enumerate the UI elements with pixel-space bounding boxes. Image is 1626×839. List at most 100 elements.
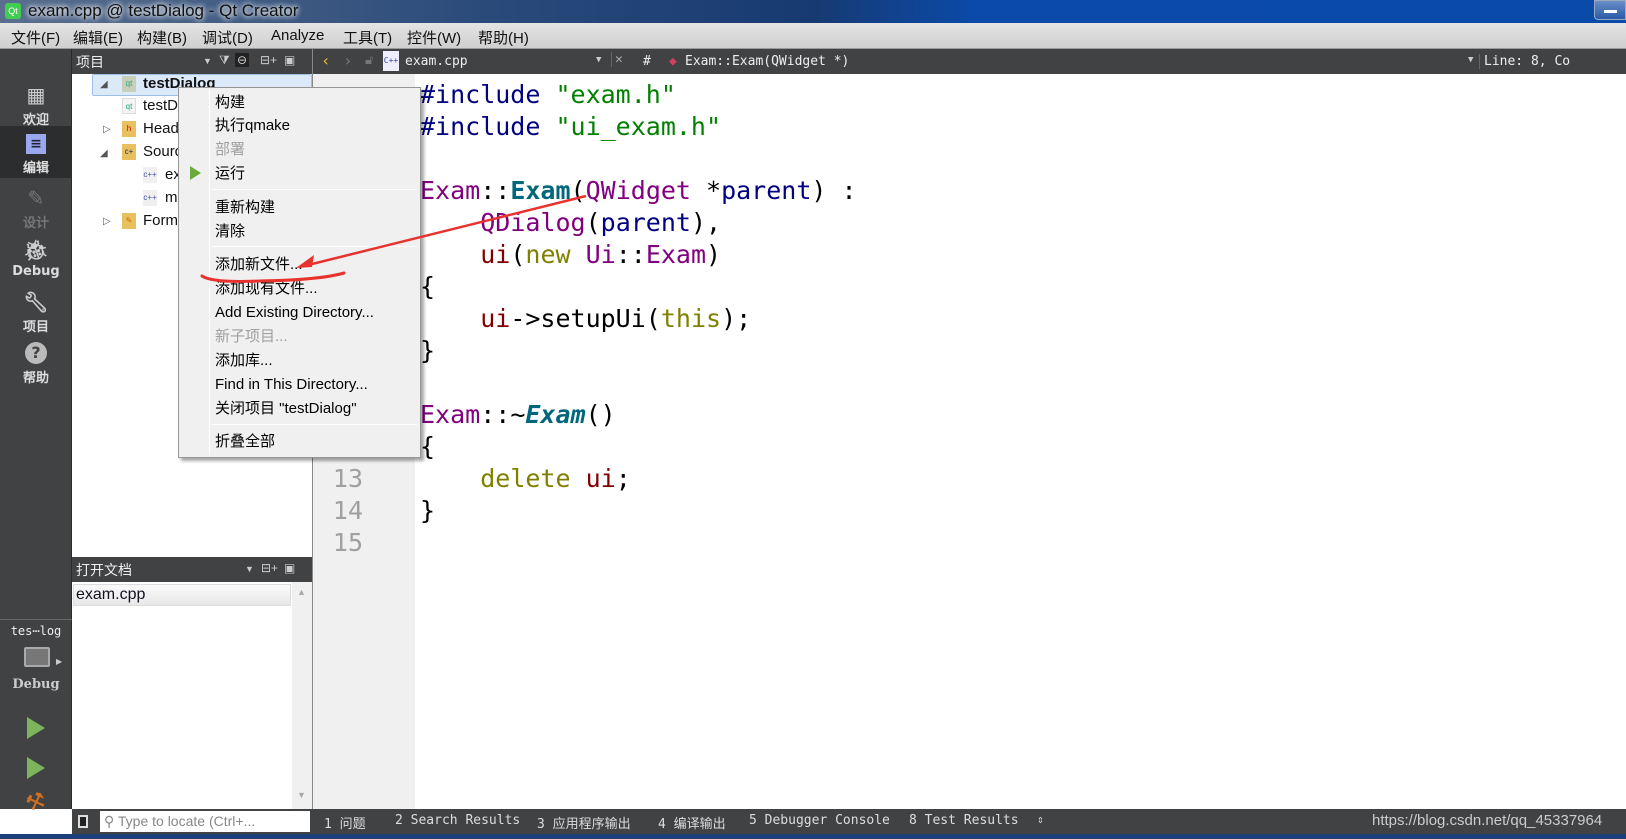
mode-help[interactable]: ? 帮助 bbox=[0, 334, 72, 386]
locate-input[interactable]: ⚲ Type to locate (Ctrl+... bbox=[100, 811, 310, 832]
cursor-position[interactable]: Line: 8, Co bbox=[1479, 54, 1570, 69]
cpp-file-icon: c++ bbox=[143, 167, 157, 183]
monitor-icon[interactable] bbox=[24, 647, 50, 667]
context-menu: 构建 执行qmake 部署 运行 重新构建 清除 添加新文件... 添加现有文件… bbox=[178, 87, 421, 458]
close-file-icon[interactable]: ✕ bbox=[611, 52, 623, 67]
menu-item-build[interactable]: 构建 bbox=[215, 92, 245, 114]
mode-welcome[interactable]: ▦ 欢迎 bbox=[0, 76, 72, 128]
forward-icon[interactable]: › bbox=[343, 51, 353, 70]
menu-item-run-qmake[interactable]: 执行qmake bbox=[215, 115, 290, 137]
code-line: } bbox=[420, 496, 436, 525]
menu-item-add-existing-directory[interactable]: Add Existing Directory... bbox=[215, 302, 374, 324]
menu-item-add-existing-files[interactable]: 添加现有文件... bbox=[215, 278, 318, 300]
project-pane-header: 项目 ▼ ⧩ ⊖ ⊟+ ▣ bbox=[72, 49, 312, 74]
file-dropdown-icon[interactable]: ▼ bbox=[596, 55, 601, 65]
expand-arrow-icon[interactable]: ▶ bbox=[56, 657, 62, 666]
collapsed-arrow-icon[interactable]: ▷ bbox=[103, 124, 111, 135]
menu-build[interactable]: 构建(B) bbox=[137, 27, 187, 48]
code-line: ui->setupUi(this); bbox=[480, 304, 752, 333]
pane-compile-output[interactable]: 4 编译输出 bbox=[658, 813, 726, 832]
mode-sidebar: ▦ 欢迎 ≡ 编辑 ✎ 设计 🐞︎ Debug 🔧︎ 项目 ? 帮助 tes⋯log ▶ D… bbox=[0, 49, 72, 817]
help-icon: ? bbox=[25, 342, 47, 364]
menu-item-add-new-file[interactable]: 添加新文件... bbox=[215, 254, 303, 276]
split-icon[interactable]: ⊟+ bbox=[260, 53, 277, 67]
close-pane-icon[interactable]: ▣ bbox=[284, 561, 295, 575]
mode-debug[interactable]: 🐞︎ Debug bbox=[0, 231, 72, 283]
method-icon: ◆ bbox=[669, 54, 677, 69]
menu-item-find-in-directory[interactable]: Find in This Directory... bbox=[215, 374, 368, 396]
collapsed-arrow-icon[interactable]: ▷ bbox=[103, 216, 111, 227]
pencil-icon: ✎ bbox=[27, 186, 45, 210]
menu-analyze[interactable]: Analyze bbox=[271, 27, 324, 44]
run-icon bbox=[190, 166, 201, 180]
back-icon[interactable]: ‹ bbox=[321, 51, 331, 70]
pane-test-results[interactable]: 8 Test Results bbox=[909, 813, 1019, 828]
menu-item-clean[interactable]: 清除 bbox=[215, 221, 245, 243]
code-line: delete ui; bbox=[480, 464, 631, 493]
debug-run-icon[interactable] bbox=[27, 757, 45, 779]
menu-tools[interactable]: 工具(T) bbox=[343, 27, 392, 48]
menu-edit[interactable]: 编辑(E) bbox=[73, 27, 123, 48]
pane-search-results[interactable]: 2 Search Results bbox=[395, 813, 520, 828]
code-line: #include "exam.h" bbox=[420, 80, 676, 109]
cpp-file-icon: C++ bbox=[383, 51, 399, 71]
line-number: 14 bbox=[332, 496, 363, 525]
split-icon[interactable]: ⊟+ bbox=[261, 561, 278, 575]
watermark: https://blog.csdn.net/qq_45337964 bbox=[1372, 812, 1603, 829]
close-pane-icon[interactable]: ▣ bbox=[284, 53, 295, 67]
scroll-up-icon[interactable]: ▲ bbox=[297, 587, 306, 597]
pane-issues[interactable]: 1 问题 bbox=[324, 813, 366, 832]
pane-title: 打开文档 bbox=[76, 562, 132, 578]
toggle-sidebar-icon[interactable] bbox=[78, 815, 88, 828]
code-line: #include "ui_exam.h" bbox=[420, 112, 722, 141]
mode-label: 帮助 bbox=[22, 371, 49, 386]
line-number: 13 bbox=[332, 464, 363, 493]
filter-icon[interactable]: ⧩ bbox=[219, 53, 230, 68]
open-docs-header: 打开文档 ▼ ⊟+ ▣ bbox=[72, 557, 312, 582]
menu-item-close-project[interactable]: 关闭项目 "testDialog" bbox=[215, 398, 357, 420]
more-panes-icon[interactable]: ⇕ bbox=[1037, 813, 1044, 826]
symbol-selector[interactable]: Exam::Exam(QWidget *) bbox=[685, 54, 849, 69]
menu-help[interactable]: 帮助(H) bbox=[478, 27, 529, 48]
menu-item-collapse-all[interactable]: 折叠全部 bbox=[215, 431, 275, 453]
open-doc-item[interactable]: exam.cpp bbox=[73, 584, 291, 606]
title-bar: Qt exam.cpp @ testDialog - Qt Creator bbox=[0, 0, 1626, 23]
open-documents-pane: 打开文档 ▼ ⊟+ ▣ exam.cpp ▲ ▼ bbox=[72, 557, 313, 809]
scrollbar[interactable]: ▲ ▼ bbox=[292, 582, 312, 809]
hash-label: # bbox=[643, 54, 651, 69]
build-hammer-icon[interactable]: ⚒ bbox=[22, 786, 49, 817]
symbol-dropdown-icon[interactable]: ▼ bbox=[1468, 55, 1473, 65]
menu-item-rebuild[interactable]: 重新构建 bbox=[215, 197, 275, 219]
mode-label: Debug bbox=[12, 264, 60, 279]
expanded-arrow-icon[interactable]: ◢ bbox=[100, 79, 108, 90]
mode-label: 编辑 bbox=[22, 161, 49, 176]
mode-projects[interactable]: 🔧︎ 项目 bbox=[0, 283, 72, 335]
scroll-down-icon[interactable]: ▼ bbox=[297, 790, 306, 800]
menu-debug[interactable]: 调试(D) bbox=[202, 27, 253, 48]
dropdown-icon[interactable]: ▼ bbox=[245, 564, 254, 574]
current-file[interactable]: exam.cpp bbox=[405, 54, 468, 69]
link-icon[interactable]: ⊖ bbox=[235, 53, 250, 67]
pane-application-output[interactable]: 3 应用程序输出 bbox=[537, 813, 631, 832]
run-icon[interactable] bbox=[27, 717, 45, 739]
code-editor[interactable]: #include "exam.h" #include "ui_exam.h" E… bbox=[415, 74, 1626, 809]
pane-debugger-console[interactable]: 5 Debugger Console bbox=[749, 813, 890, 828]
locate-placeholder: Type to locate (Ctrl+... bbox=[117, 813, 256, 829]
wrench-icon: 🔧︎ bbox=[23, 290, 49, 314]
mode-label: 设计 bbox=[22, 216, 49, 231]
menu-item-run[interactable]: 运行 bbox=[215, 163, 245, 185]
menu-file[interactable]: 文件(F) bbox=[11, 27, 60, 48]
menu-bar: 文件(F) 编辑(E) 构建(B) 调试(D) Analyze 工具(T) 控件… bbox=[0, 23, 1626, 49]
expanded-arrow-icon[interactable]: ◢ bbox=[100, 148, 108, 159]
dropdown-icon[interactable]: ▼ bbox=[203, 56, 212, 66]
taskbar-strip bbox=[0, 834, 1626, 839]
menu-widgets[interactable]: 控件(W) bbox=[407, 27, 461, 48]
menu-separator bbox=[212, 189, 417, 190]
menu-item-add-library[interactable]: 添加库... bbox=[215, 350, 273, 372]
mode-edit[interactable]: ≡ 编辑 bbox=[0, 126, 72, 178]
menu-item-new-subproject: 新子项目... bbox=[215, 328, 288, 345]
minimize-button[interactable] bbox=[1594, 0, 1626, 20]
mode-design[interactable]: ✎ 设计 bbox=[0, 179, 72, 231]
pro-file-icon: qt bbox=[122, 98, 136, 114]
divider bbox=[0, 619, 72, 620]
